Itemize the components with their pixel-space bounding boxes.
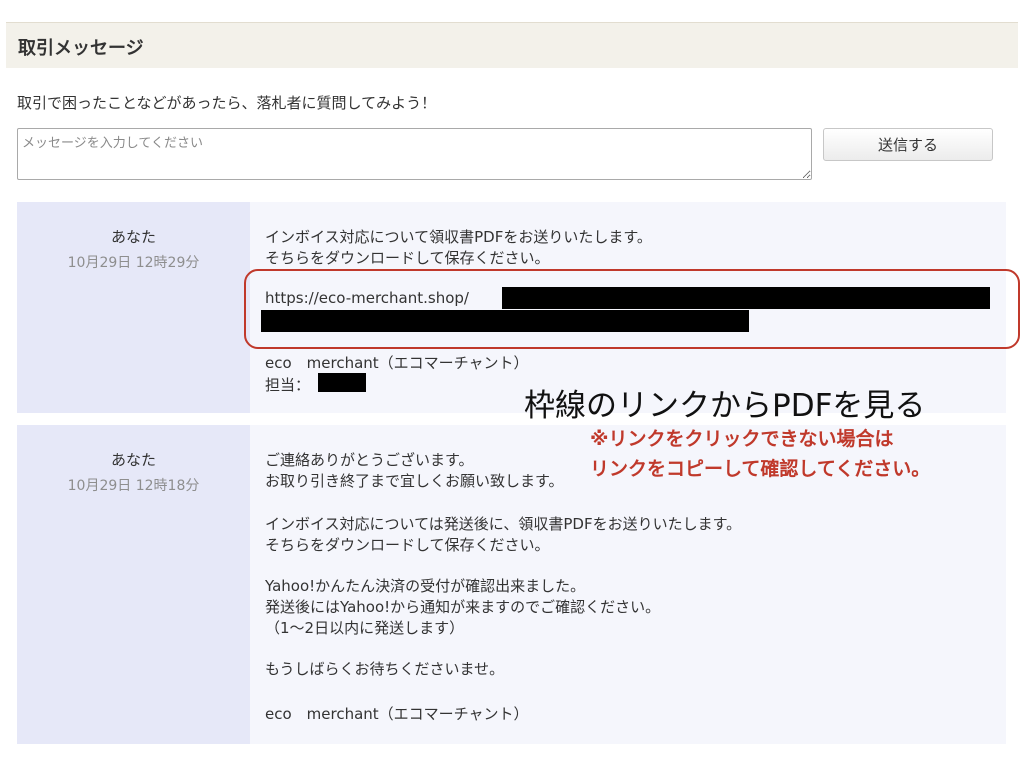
annotation-note-2: リンクをコピーして確認してください。: [590, 458, 931, 480]
message-line: Yahoo!かんたん決済の受付が確認出来ました。: [265, 577, 586, 595]
message-sender: あなた: [110, 228, 156, 246]
message-sender: あなた: [110, 451, 156, 469]
message-line: インボイス対応について領収書PDFをお送りいたします。: [265, 228, 652, 246]
message-line: そちらをダウンロードして保存ください。: [265, 249, 550, 267]
message-meta: あなた 10月29日 12時29分: [17, 202, 250, 413]
message-line: （1〜2日以内に発送します）: [265, 619, 465, 637]
message-line: 担当：: [265, 376, 311, 394]
message-timestamp: 10月29日 12時29分: [67, 255, 200, 271]
message-line: お取り引き終了まで宜しくお願い致します。: [265, 472, 564, 490]
message-line: eco merchant（エコマーチャント）: [265, 354, 529, 372]
message-line: インボイス対応については発送後に、領収書PDFをお送りいたします。: [265, 515, 742, 533]
intro-text: 取引で困ったことなどがあったら、落札者に質問してみよう！: [17, 94, 437, 112]
message-timestamp: 10月29日 12時18分: [67, 478, 200, 494]
message-meta: あなた 10月29日 12時18分: [17, 425, 250, 744]
section-title: 取引メッセージ: [18, 38, 144, 59]
section-header: 取引メッセージ: [6, 22, 1018, 68]
message-input[interactable]: [17, 128, 812, 180]
message-line: eco merchant（エコマーチャント）: [265, 705, 529, 723]
annotation-main: 枠線のリンクからPDFを見る: [524, 388, 926, 424]
message-line: もうしばらくお待ちくださいませ。: [265, 660, 505, 678]
message-line: そちらをダウンロードして保存ください。: [265, 536, 550, 554]
send-button[interactable]: 送信する: [823, 128, 993, 161]
annotation-note-1: ※リンクをクリックできない場合は: [590, 428, 894, 450]
message-line: ご連絡ありがとうございます。: [265, 451, 474, 469]
message-line: 発送後にはYahoo!から通知が来ますのでご確認ください。: [265, 598, 661, 616]
redacted-name: [318, 373, 366, 392]
link-highlight-frame: [244, 269, 1020, 349]
